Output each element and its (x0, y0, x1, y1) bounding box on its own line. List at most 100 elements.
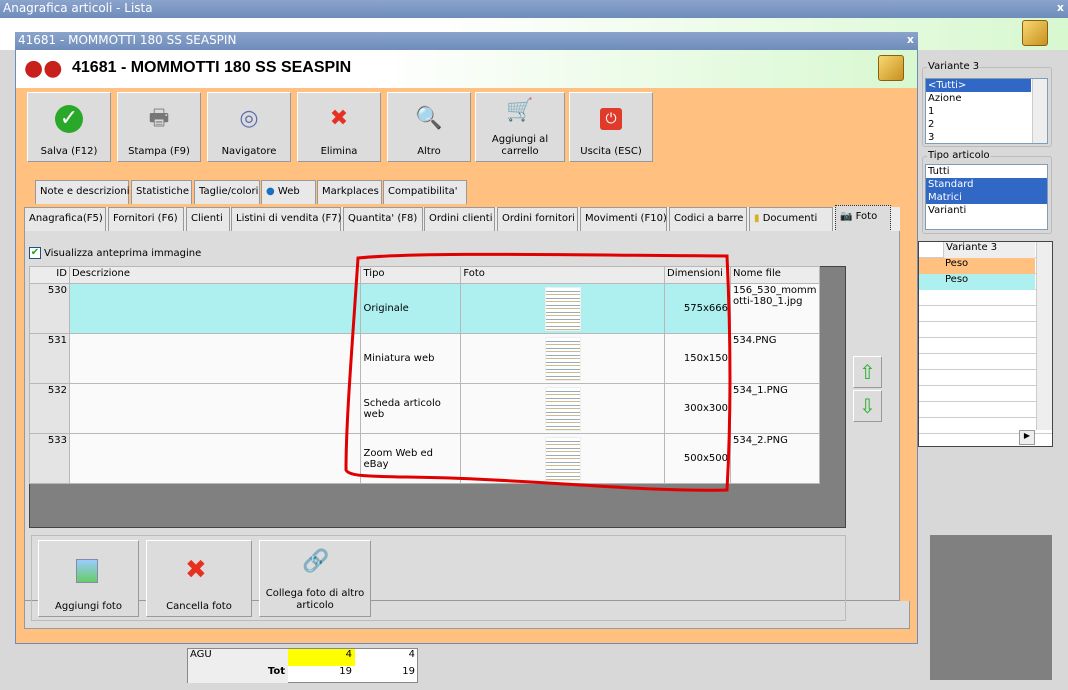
tab-markplaces[interactable]: Markplaces (317, 180, 382, 204)
button-label: Uscita (ESC) (580, 146, 642, 157)
table-row[interactable]: 530 Originale 575x666 156_530_mommotti-1… (29, 283, 820, 334)
scrollbar[interactable] (1032, 79, 1047, 143)
tab-compatibilita[interactable]: Compatibilita' (383, 180, 467, 204)
button-label: Collega foto di altro articolo (265, 588, 365, 611)
column-header-dimensioni[interactable]: Dimensioni (664, 266, 732, 284)
totals-value: 19 (339, 666, 352, 677)
cell-tipo[interactable]: Zoom Web ed eBay (360, 433, 462, 484)
photo-thumbnail[interactable] (544, 336, 581, 381)
tab-documenti[interactable]: ▮ Documenti (749, 207, 833, 231)
button-label: Navigatore (221, 146, 277, 157)
column-header-tipo[interactable]: Tipo (360, 266, 462, 284)
tab-fornitori[interactable]: Fornitori (F6) (108, 207, 184, 231)
column-header-id[interactable]: ID (29, 266, 70, 284)
tab-taglie-colori[interactable]: Taglie/colori (194, 180, 260, 204)
close-button[interactable]: x (1057, 1, 1064, 14)
strawberry-logo-icon: ●● (24, 56, 63, 81)
tab-listini[interactable]: Listini di vendita (F7) (231, 207, 342, 231)
add-image-icon (76, 559, 98, 583)
delete-photo-button[interactable]: ✖ Cancella foto (146, 540, 252, 617)
tab-foto[interactable]: 📷 Foto (835, 205, 891, 232)
column-header-foto[interactable]: Foto (460, 266, 666, 284)
preview-checkbox[interactable]: ✔ Visualizza anteprima immagine (29, 247, 201, 259)
list-item[interactable]: Matrici (926, 191, 1047, 204)
variante3-list[interactable]: <Tutti> Azione 1 2 3 (925, 78, 1048, 144)
photo-thumbnail[interactable] (544, 436, 581, 481)
list-item[interactable]: Varianti (926, 204, 1047, 217)
checkbox-label: Visualizza anteprima immagine (44, 247, 202, 259)
background-grid[interactable]: Variante 3 Peso Peso ▶ (918, 241, 1053, 447)
vertical-scrollbar[interactable] (1036, 242, 1052, 430)
tab-web[interactable]: ● Web (261, 180, 316, 204)
link-photo-button[interactable]: 🔗 Collega foto di altro articolo (259, 540, 371, 617)
print-button[interactable]: 🖶 Stampa (F9) (117, 92, 201, 162)
power-icon: ⏻ (600, 108, 622, 130)
cell-id: 530 (29, 283, 70, 334)
article-title: 41681 - MOMMOTTI 180 SS SEASPIN (72, 59, 352, 76)
button-label: Altro (417, 146, 441, 157)
scroll-right-button[interactable]: ▶ (1019, 430, 1035, 445)
cell-descrizione[interactable] (68, 283, 362, 334)
tab-statistiche[interactable]: Statistiche (131, 180, 192, 204)
list-item[interactable]: <Tutti> (926, 79, 1031, 92)
tab-label: Web (277, 186, 300, 197)
totals-label: AGU (188, 649, 288, 666)
dialog-title: 41681 - MOMMOTTI 180 SS SEASPIN (18, 33, 237, 47)
cell-nome-file: 534_2.PNG (730, 433, 820, 484)
totals-value: 4 (408, 649, 415, 660)
save-button[interactable]: ✓ Salva (F12) (27, 92, 111, 162)
box-logo-icon (878, 55, 904, 81)
list-item[interactable]: Azione (926, 92, 1047, 105)
checkbox-checked-icon[interactable]: ✔ (29, 247, 41, 259)
grid-row[interactable]: Peso (919, 274, 1035, 290)
cell-id: 532 (29, 383, 70, 434)
box-logo-icon (1022, 20, 1048, 46)
list-item[interactable]: Standard (926, 178, 1047, 191)
tab-codici-a-barre[interactable]: Codici a barre (669, 207, 747, 231)
cell-dimensioni: 500x500 (664, 433, 732, 484)
move-down-button[interactable]: ⇩ (853, 390, 882, 422)
tab-anagrafica[interactable]: Anagrafica(F5) (24, 207, 106, 231)
button-label: Aggiungi foto (55, 601, 122, 612)
list-item[interactable]: 1 (926, 105, 1047, 118)
cell-tipo[interactable]: Scheda articolo web (360, 383, 462, 434)
exit-button[interactable]: ⏻ Uscita (ESC) (569, 92, 653, 162)
cell-descrizione[interactable] (68, 383, 362, 434)
grid-row[interactable]: Peso (919, 258, 1035, 274)
column-header-nome-file[interactable]: Nome file (730, 266, 820, 284)
column-header-descrizione[interactable]: Descrizione (68, 266, 362, 284)
tab-label: Documenti (762, 213, 818, 224)
move-up-button[interactable]: ⇧ (853, 356, 882, 388)
list-item[interactable]: Tutti (926, 165, 1047, 178)
other-button[interactable]: 🔍 Altro (387, 92, 471, 162)
list-item[interactable]: 3 (926, 131, 1047, 144)
navigator-button[interactable]: ◎ Navigatore (207, 92, 291, 162)
cell-dimensioni: 150x150 (664, 333, 732, 384)
table-row[interactable]: 533 Zoom Web ed eBay 500x500 534_2.PNG (29, 433, 820, 484)
add-photo-button[interactable]: Aggiungi foto (38, 540, 139, 617)
cell-tipo[interactable]: Originale (360, 283, 462, 334)
button-label: Elimina (320, 146, 358, 157)
add-to-cart-button[interactable]: 🛒 Aggiungi al carrello (475, 92, 565, 162)
table-row[interactable]: 531 Miniatura web 150x150 534.PNG (29, 333, 820, 384)
dialog-close-button[interactable]: x (907, 33, 914, 46)
cell-descrizione[interactable] (68, 333, 362, 384)
tab-quantita[interactable]: Quantita' (F8) (343, 207, 423, 231)
photo-thumbnail[interactable] (544, 286, 581, 331)
cell-tipo[interactable]: Miniatura web (360, 333, 462, 384)
cell-dimensioni: 300x300 (664, 383, 732, 434)
background-window-titlebar: Anagrafica articoli - Lista x (0, 0, 1068, 18)
button-label: Aggiungi al carrello (491, 134, 549, 157)
delete-button[interactable]: ✖ Elimina (297, 92, 381, 162)
tab-movimenti[interactable]: Movimenti (F10) (580, 207, 667, 231)
link-add-icon: 🔗 (302, 549, 330, 574)
table-row[interactable]: 532 Scheda articolo web 300x300 534_1.PN… (29, 383, 820, 434)
tab-note-e-descrizioni[interactable]: Note e descrizioni (35, 180, 130, 204)
list-item[interactable]: 2 (926, 118, 1047, 131)
tab-clienti[interactable]: Clienti (186, 207, 230, 231)
tipo-articolo-list[interactable]: Tutti Standard Matrici Varianti (925, 164, 1048, 230)
cell-descrizione[interactable] (68, 433, 362, 484)
tab-ordini-fornitori[interactable]: Ordini fornitori (497, 207, 578, 231)
tab-ordini-clienti[interactable]: Ordini clienti (424, 207, 495, 231)
photo-thumbnail[interactable] (544, 386, 581, 431)
